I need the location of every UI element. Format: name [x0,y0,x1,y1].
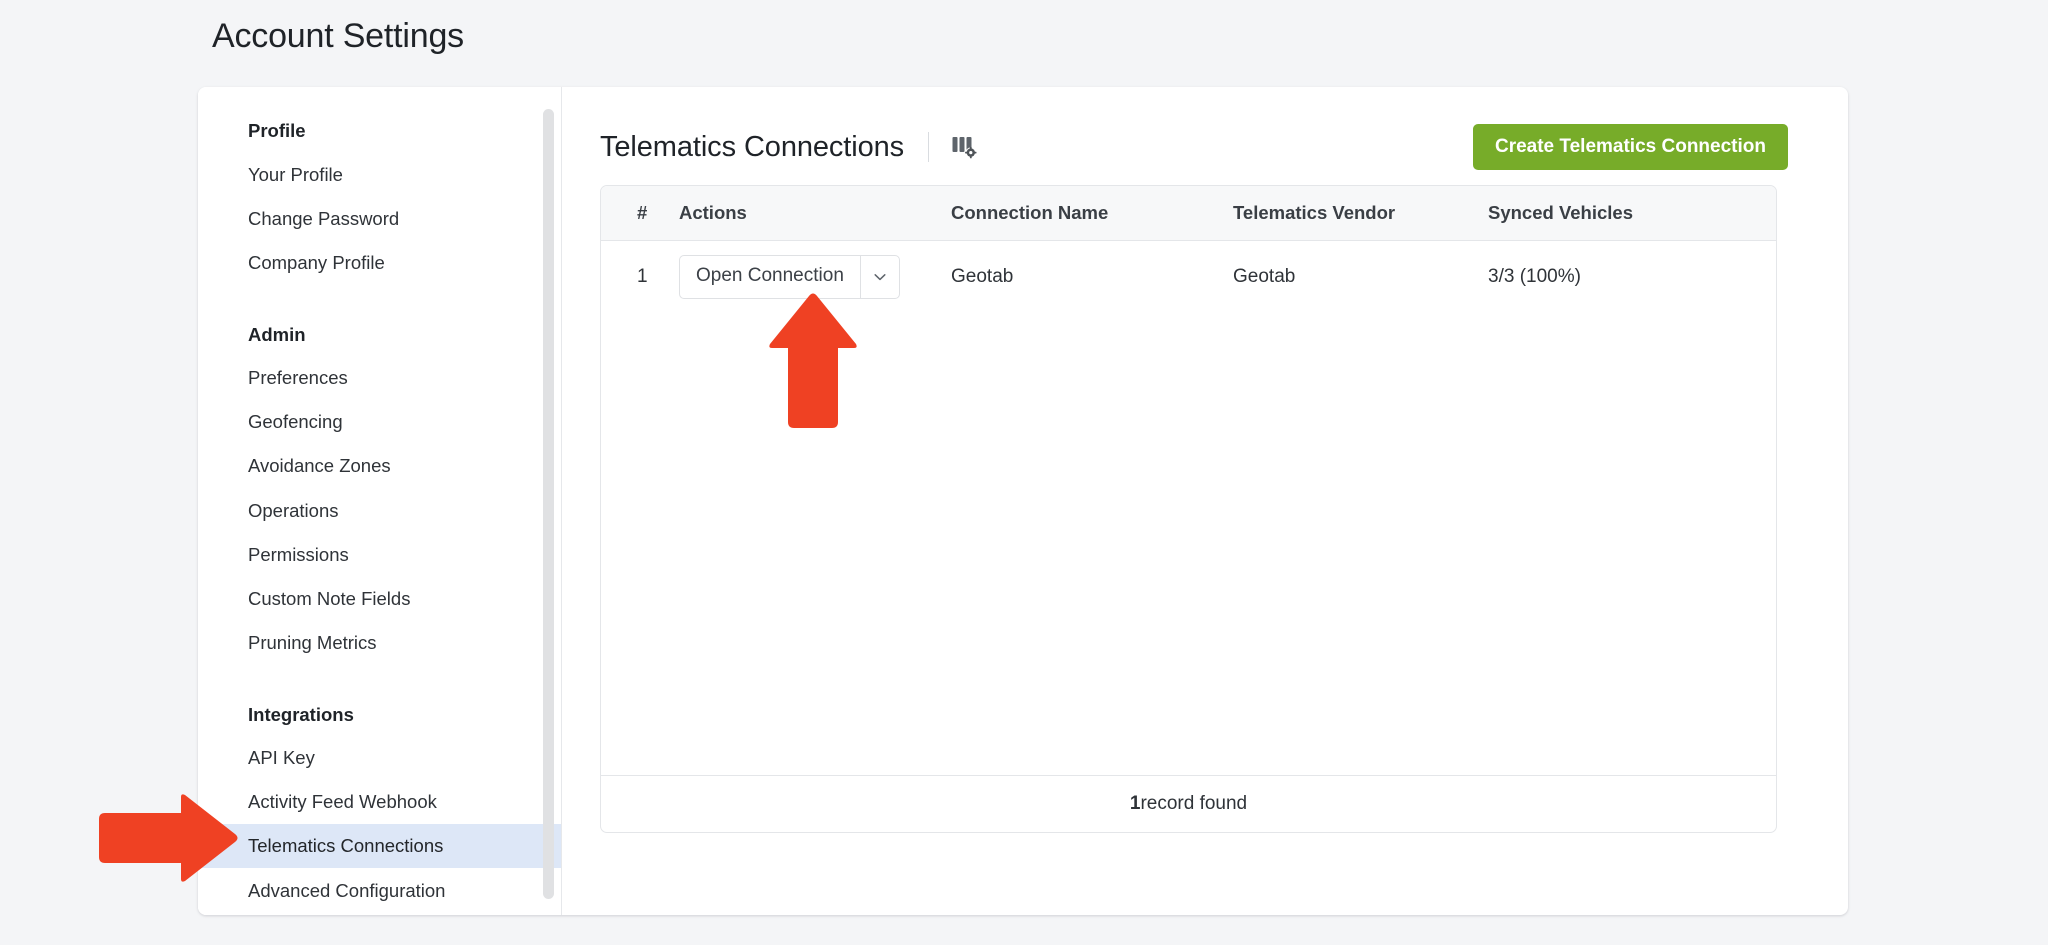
sidebar-group-integrations: Integrations API Key Activity Feed Webho… [198,693,561,913]
sidebar-scrollbar-thumb[interactable] [543,109,554,899]
columns-gear-icon[interactable] [951,134,978,161]
header-divider [928,132,930,162]
column-header-connection-name[interactable]: Connection Name [951,186,1233,241]
table-empty-space [601,313,1776,775]
open-connection-button[interactable]: Open Connection [679,255,860,299]
sidebar-item-telematics-connections[interactable]: Telematics Connections [198,823,561,868]
sidebar-item-permissions[interactable]: Permissions [198,532,561,576]
sidebar-scrollbar[interactable] [543,109,554,899]
sidebar-item-advanced-configuration[interactable]: Advanced Configuration [198,868,561,912]
create-telematics-connection-button[interactable]: Create Telematics Connection [1472,124,1788,170]
sidebar-group-profile: Profile Your Profile Change Password Com… [198,109,561,285]
main-content: Telematics Connections Create Telematics… [562,87,1848,915]
table-body: 1 Open Connection Geotab Geotab 3/3 (100… [601,241,1776,313]
settings-card: Profile Your Profile Change Password Com… [198,87,1848,915]
table-row[interactable]: 1 Open Connection Geotab Geotab 3/3 (100… [601,241,1776,313]
sidebar-item-your-profile[interactable]: Your Profile [198,152,561,196]
sidebar-group-admin: Admin Preferences Geofencing Avoidance Z… [198,313,561,665]
telematics-connections-table-card: # Actions Connection Name Telematics Ven… [600,185,1777,833]
sidebar-item-company-profile[interactable]: Company Profile [198,240,561,284]
section-title: Telematics Connections [600,130,905,163]
main-header: Telematics Connections Create Telematics… [600,123,1788,171]
column-header-telematics-vendor[interactable]: Telematics Vendor [1233,186,1488,241]
sidebar-item-api-key[interactable]: API Key [198,736,561,780]
cell-connection-name: Geotab [951,265,1014,287]
settings-sidebar: Profile Your Profile Change Password Com… [198,87,562,915]
cell-synced-vehicles: 3/3 (100%) [1488,265,1581,287]
column-header-synced-vehicles[interactable]: Synced Vehicles [1488,186,1776,241]
sidebar-group-spacer [198,285,561,313]
chevron-down-icon [874,273,886,281]
record-count-label: record found [1140,793,1248,814]
app-root: Account Settings Profile Your Profile Ch… [0,0,2048,945]
sidebar-item-operations[interactable]: Operations [198,488,561,532]
sidebar-item-custom-note-fields[interactable]: Custom Note Fields [198,576,561,620]
column-header-actions[interactable]: Actions [679,186,951,241]
sidebar-heading-admin: Admin [248,323,306,345]
sidebar-heading-integrations: Integrations [248,703,354,725]
table-header-row: # Actions Connection Name Telematics Ven… [601,186,1776,241]
open-connection-split-button[interactable]: Open Connection [679,255,900,299]
sidebar-group-spacer-2 [198,665,561,693]
table-head: # Actions Connection Name Telematics Ven… [601,186,1776,241]
sidebar-item-activity-feed-webhook[interactable]: Activity Feed Webhook [198,780,561,824]
cell-row-index: 1 [637,265,648,287]
column-header-index[interactable]: # [601,186,679,241]
telematics-connections-table: # Actions Connection Name Telematics Ven… [601,186,1776,313]
page-title: Account Settings [212,17,464,55]
sidebar-heading-profile: Profile [248,120,306,141]
cell-actions: Open Connection [679,241,951,313]
open-connection-dropdown-toggle[interactable] [859,255,900,299]
cell-telematics-vendor: Geotab [1233,265,1296,287]
record-count: 1 [1129,793,1141,814]
sidebar-item-change-password[interactable]: Change Password [198,196,561,240]
sidebar-item-pruning-metrics[interactable]: Pruning Metrics [198,620,561,664]
sidebar-item-avoidance-zones[interactable]: Avoidance Zones [198,444,561,488]
sidebar-item-geofencing[interactable]: Geofencing [198,400,561,444]
sidebar-item-preferences[interactable]: Preferences [198,356,561,400]
table-footer: 1 record found [601,775,1776,832]
